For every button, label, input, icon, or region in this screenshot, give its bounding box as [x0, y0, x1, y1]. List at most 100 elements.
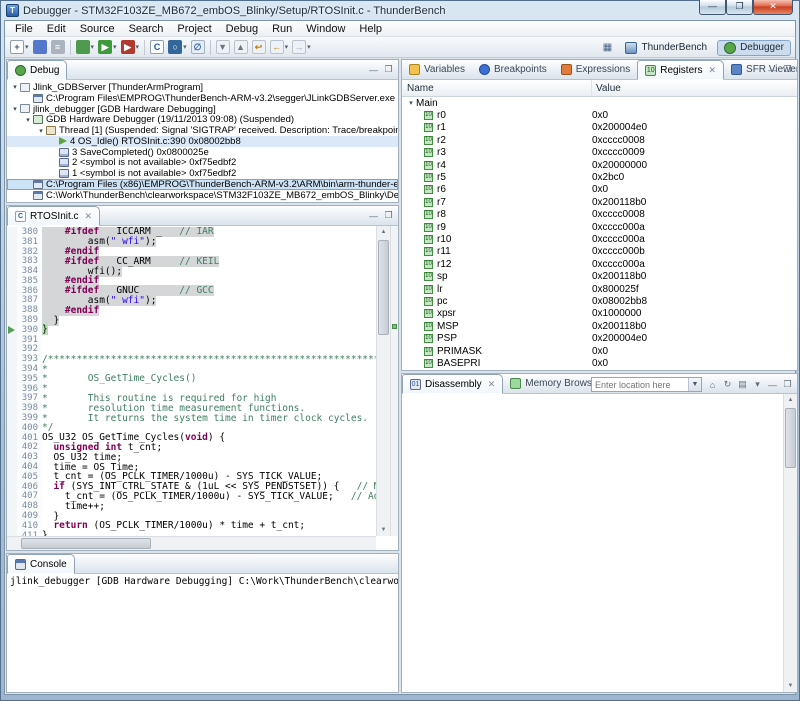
dropdown-arrow-icon[interactable]: ▾ — [285, 43, 289, 51]
menu-debug[interactable]: Debug — [219, 23, 265, 35]
debug-button[interactable]: ▾ — [75, 39, 96, 55]
register-row[interactable]: 10r10x200004e0 — [402, 122, 797, 134]
tab-console[interactable]: Console — [7, 554, 75, 574]
register-row[interactable]: 10r60x0 — [402, 184, 797, 196]
refresh-icon[interactable]: ↻ — [721, 378, 734, 391]
title-bar[interactable]: T Debugger - STM32F103ZE_MB672_embOS_Bli… — [1, 1, 799, 20]
tab-disassembly[interactable]: 01Disassembly✕ — [402, 374, 503, 394]
debug-tree-item[interactable]: ▾jlink_debugger [GDB Hardware Debugging] — [7, 104, 398, 115]
tab-variables[interactable]: Variables — [402, 60, 472, 79]
menu-search[interactable]: Search — [122, 23, 171, 35]
expander-icon[interactable]: ▾ — [10, 105, 20, 113]
menu-help[interactable]: Help — [352, 23, 389, 35]
debug-tree-item[interactable]: 1 <symbol is not available> 0xf75edbf2 — [7, 168, 398, 179]
location-input[interactable] — [592, 378, 688, 391]
dropdown-arrow-icon[interactable]: ▾ — [136, 43, 140, 51]
tab-breakpoints[interactable]: Breakpoints — [472, 60, 554, 79]
forward-button[interactable]: →▾ — [291, 39, 312, 55]
register-row[interactable]: 10r00x0 — [402, 109, 797, 121]
disassembly-scrollbar[interactable]: ▲ ▼ — [783, 394, 797, 692]
register-row[interactable]: 10r110xcccc000b — [402, 246, 797, 258]
last-edit-location-button[interactable]: ↩ — [251, 39, 267, 55]
dropdown-arrow-icon[interactable]: ▾ — [183, 43, 187, 51]
register-row[interactable]: 10r20xcccc0008 — [402, 134, 797, 146]
column-value[interactable]: Value — [592, 80, 797, 96]
close-button[interactable]: ✕ — [753, 0, 793, 15]
debug-tree-item[interactable]: ▾GDB Hardware Debugger (19/11/2013 09:08… — [7, 114, 398, 125]
tab-debug[interactable]: Debug — [7, 60, 67, 80]
open-perspective-icon[interactable]: ▦ — [599, 40, 615, 55]
menu-file[interactable]: File — [8, 23, 40, 35]
maximize-view-icon[interactable]: ❒ — [781, 378, 794, 391]
debug-tree-item[interactable]: ▾Thread [1] (Suspended: Signal 'SIGTRAP'… — [7, 125, 398, 136]
previous-annotation-button[interactable]: ▲ — [233, 39, 249, 55]
register-row[interactable]: 10r80xcccc0008 — [402, 209, 797, 221]
maximize-view-icon[interactable]: ❒ — [781, 63, 794, 76]
dropdown-arrow-icon[interactable]: ▾ — [25, 43, 29, 51]
menu-window[interactable]: Window — [299, 23, 352, 35]
current-line-marker[interactable] — [392, 324, 397, 329]
overview-ruler[interactable] — [390, 226, 398, 536]
save-button[interactable] — [32, 39, 48, 55]
debug-tree-item[interactable]: C:\Program Files (x86)\EMPROG\ThunderBen… — [7, 179, 398, 190]
disassembly-body[interactable] — [402, 394, 783, 692]
maximize-button[interactable]: ❐ — [726, 0, 753, 15]
scroll-down-icon[interactable]: ▼ — [784, 680, 797, 692]
expander-icon[interactable]: ▾ — [23, 116, 33, 124]
register-row[interactable]: 10PSP0x200004e0 — [402, 332, 797, 344]
minimize-view-icon[interactable]: — — [367, 63, 380, 76]
perspective-debugger[interactable]: Debugger — [717, 40, 791, 56]
close-tab-icon[interactable]: ✕ — [85, 211, 93, 222]
minimize-button[interactable]: — — [699, 0, 726, 15]
register-group-row[interactable]: ▾Main — [402, 97, 797, 109]
menu-run[interactable]: Run — [265, 23, 299, 35]
menu-project[interactable]: Project — [170, 23, 218, 35]
debug-tree-item[interactable]: C:\Work\ThunderBench\clearworkspace\STM3… — [7, 190, 398, 201]
maximize-view-icon[interactable]: ❒ — [382, 209, 395, 222]
debug-tree-item[interactable]: 4 OS_Idle() RTOSInit.c:390 0x08002bb8 — [7, 136, 398, 147]
tab-rtosinit-c[interactable]: C RTOSInit.c ✕ — [7, 206, 100, 226]
column-name[interactable]: Name — [402, 80, 592, 96]
show-source-icon[interactable]: ▤ — [736, 378, 749, 391]
scrollbar-thumb[interactable] — [378, 240, 389, 335]
expander-icon[interactable]: ▾ — [406, 99, 416, 107]
print-button[interactable]: ≡ — [50, 39, 66, 55]
dropdown-arrow-icon[interactable]: ▾ — [307, 43, 311, 51]
new-c-source-file-button[interactable]: C — [149, 39, 165, 55]
register-row[interactable]: 10xpsr0x1000000 — [402, 308, 797, 320]
maximize-view-icon[interactable]: ❒ — [382, 63, 395, 76]
external-tools-button[interactable]: ▶▾ — [120, 39, 141, 55]
editor-vertical-scrollbar[interactable]: ▲ ▼ — [376, 226, 390, 536]
run-button[interactable]: ▶▾ — [97, 39, 118, 55]
scroll-up-icon[interactable]: ▲ — [784, 394, 797, 406]
view-menu-icon[interactable]: ▾ — [751, 378, 764, 391]
register-row[interactable]: 10r120xcccc000a — [402, 258, 797, 270]
close-tab-icon[interactable]: ✕ — [708, 65, 716, 76]
register-row[interactable]: 10r70x200118b0 — [402, 196, 797, 208]
scrollbar-thumb[interactable] — [21, 538, 151, 549]
register-row[interactable]: 10MSP0x200118b0 — [402, 320, 797, 332]
expander-icon[interactable]: ▾ — [36, 127, 46, 135]
skip-all-breakpoints-button[interactable]: ∅ — [190, 39, 206, 55]
search-button[interactable]: ○▾ — [167, 39, 188, 55]
back-button[interactable]: ←▾ — [269, 39, 290, 55]
register-row[interactable]: 10lr0x800025f — [402, 283, 797, 295]
tab-expressions[interactable]: Expressions — [554, 60, 637, 79]
editor-horizontal-scrollbar[interactable] — [7, 536, 376, 550]
debug-tree-item[interactable]: 3 SaveCompleted() 0x0800025e — [7, 147, 398, 158]
register-row[interactable]: 10BASEPRI0x0 — [402, 357, 797, 369]
scroll-down-icon[interactable]: ▼ — [377, 524, 390, 536]
chevron-down-icon[interactable]: ▼ — [688, 378, 701, 391]
register-row[interactable]: 10r40x20000000 — [402, 159, 797, 171]
register-row[interactable]: 10r30xcccc0009 — [402, 147, 797, 159]
scrollbar-thumb[interactable] — [785, 408, 796, 468]
close-tab-icon[interactable]: ✕ — [488, 379, 496, 390]
home-icon[interactable]: ⌂ — [706, 378, 719, 391]
debug-tree-item[interactable]: 2 <symbol is not available> 0xf75edbf2 — [7, 158, 398, 169]
register-row[interactable]: 10PRIMASK0x0 — [402, 345, 797, 357]
perspective-thunderbench[interactable]: ThunderBench — [618, 40, 714, 56]
expander-icon[interactable]: ▾ — [10, 83, 20, 91]
minimize-view-icon[interactable]: — — [367, 209, 380, 222]
dropdown-arrow-icon[interactable]: ▾ — [91, 43, 95, 51]
editor-body[interactable]: 380 #ifdef __ICCARM__ // IAR381 __asm(" … — [7, 226, 398, 550]
